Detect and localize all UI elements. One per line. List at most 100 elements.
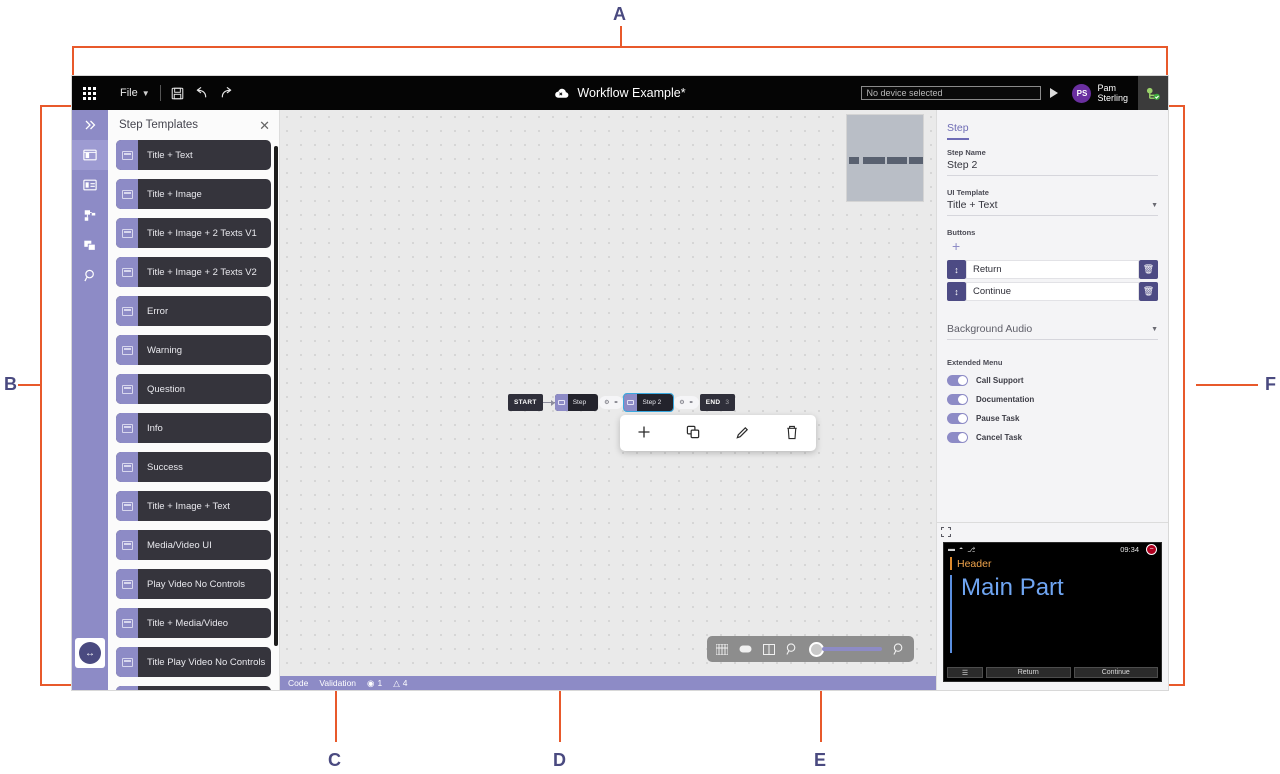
add-button-button[interactable]: + [952, 239, 1158, 253]
annotation-bracket-a-top [72, 46, 1168, 48]
list-item-label: Title + Image [147, 188, 202, 200]
menu-icon[interactable]: ☰ [947, 667, 983, 678]
list-item[interactable]: Success [116, 452, 271, 482]
minimap[interactable] [846, 114, 924, 202]
link-icon[interactable]: ⚭ [613, 399, 618, 406]
file-menu-button[interactable]: File ▼ [120, 87, 150, 99]
list-item[interactable]: Media/Video UI [116, 530, 271, 560]
list-item[interactable]: Title + Image + 2 Texts V2 [116, 257, 271, 287]
zoom-toolbar [707, 636, 914, 662]
annotation-label-e: E [814, 750, 827, 770]
settings-icon[interactable]: ⚙ [679, 399, 684, 406]
validation-tab[interactable]: Validation [319, 678, 356, 688]
list-item[interactable]: Title + Media/Video [116, 608, 271, 638]
templates-scrollbar[interactable] [274, 146, 278, 646]
trash-icon[interactable] [785, 425, 799, 442]
save-icon[interactable] [171, 87, 184, 100]
end-node[interactable]: END 3 [699, 394, 736, 411]
sidebar-item-properties[interactable] [72, 170, 108, 200]
grid-apps-icon[interactable] [72, 86, 106, 100]
warning-triangle-icon: △ [393, 677, 400, 688]
template-thumb-icon [116, 530, 138, 560]
device-continue-button[interactable]: Continue [1073, 667, 1158, 678]
list-item-label: Info [147, 422, 163, 434]
error-indicator[interactable]: ◉ 1 [367, 678, 382, 689]
annotation-label-f: F [1265, 374, 1276, 394]
background-audio-label: Background Audio [947, 323, 1033, 335]
step-name-input[interactable]: Step 2 [947, 159, 1158, 176]
sidebar-item-workflow-tree[interactable] [72, 200, 108, 230]
settings-icon[interactable]: ⚙ [604, 399, 609, 406]
undo-icon[interactable] [194, 86, 209, 100]
zoom-slider-track[interactable] [822, 647, 882, 651]
connection-ok-icon[interactable] [1138, 76, 1168, 110]
annotation-leader-b [18, 384, 42, 386]
copy-icon[interactable] [686, 425, 701, 442]
trash-icon[interactable]: 🗑 [1139, 260, 1158, 279]
sidebar-item-assets[interactable] [72, 230, 108, 260]
grid-icon[interactable] [716, 643, 728, 655]
list-item[interactable]: Title Play Video No Controls [116, 647, 271, 677]
toggle-call-support[interactable] [947, 375, 968, 386]
trash-icon[interactable]: 🗑 [1139, 282, 1158, 301]
list-item[interactable]: Play Video No Controls [116, 569, 271, 599]
list-item[interactable]: Error [116, 296, 271, 326]
tab-step[interactable]: Step [947, 122, 969, 138]
list-item[interactable]: Info [116, 413, 271, 443]
node-inline-controls[interactable]: ⚙ ⚭ [599, 396, 624, 409]
step-edit-toolbar [620, 415, 816, 451]
sidebar-item-search[interactable] [72, 260, 108, 290]
zoom-out-button[interactable] [786, 643, 798, 655]
expand-preview-icon[interactable] [937, 523, 1168, 542]
node-inline-controls[interactable]: ⚙ ⚭ [674, 396, 699, 409]
sidebar-item-step-templates[interactable] [72, 140, 108, 170]
toggle-documentation[interactable] [947, 394, 968, 405]
drag-handle-icon[interactable]: ↕ [947, 282, 966, 301]
play-icon[interactable] [1050, 88, 1059, 98]
step-templates-list[interactable]: Title + Text Title + Image Title + Image… [108, 140, 279, 690]
background-audio-select[interactable]: Background Audio ▼ [947, 323, 1158, 340]
template-thumb-icon [116, 140, 138, 170]
list-item[interactable]: Title + Image + 2 Texts V1 [116, 218, 271, 248]
ui-template-select[interactable]: Title + Text ▼ [947, 199, 1158, 216]
button-label-input[interactable]: Continue [966, 282, 1139, 301]
chevron-down-icon: ▼ [1151, 201, 1158, 209]
status-bar: Code Validation ◉ 1 △ 4 [280, 676, 936, 690]
list-item-label: Success [147, 461, 183, 473]
list-item[interactable]: Title + Image [116, 179, 271, 209]
workflow-canvas[interactable]: START Step ⚙ ⚭ Step 2 ⚙ ⚭ END 3 [280, 110, 936, 676]
book-icon[interactable] [763, 643, 775, 655]
rectangle-icon[interactable] [739, 645, 752, 653]
button-label-input[interactable]: Return [966, 260, 1139, 279]
user-account[interactable]: PS Pam Sterling [1072, 83, 1128, 103]
step-node-1[interactable]: Step [554, 394, 599, 411]
minimap-node [863, 157, 885, 164]
list-item[interactable]: Title + Image + Text [116, 491, 271, 521]
zoom-in-button[interactable] [893, 643, 905, 655]
device-time: 09:34 [1120, 545, 1139, 554]
pencil-icon[interactable] [735, 425, 750, 442]
plus-icon[interactable] [637, 425, 651, 441]
list-item[interactable]: Warning [116, 335, 271, 365]
rail-collapse-button[interactable] [72, 110, 108, 140]
list-item[interactable]: Title + Text [116, 140, 271, 170]
device-return-button[interactable]: Return [986, 667, 1071, 678]
warning-indicator[interactable]: △ 4 [393, 678, 407, 689]
link-icon[interactable]: ⚭ [689, 399, 694, 406]
step-node-2[interactable]: Step 2 [623, 393, 675, 412]
rail-resize-button[interactable]: ↔ [75, 638, 105, 668]
start-node[interactable]: START [508, 394, 543, 411]
close-icon[interactable]: ✕ [259, 119, 270, 132]
code-tab[interactable]: Code [288, 678, 308, 688]
toggle-pause-task[interactable] [947, 413, 968, 424]
list-item[interactable] [116, 686, 271, 690]
device-select-input[interactable]: No device selected [861, 86, 1042, 100]
list-item[interactable]: Question [116, 374, 271, 404]
annotation-label-d: D [553, 750, 566, 770]
user-last-name: Sterling [1097, 93, 1128, 103]
zoom-slider[interactable] [809, 641, 882, 657]
work-area: ↔ Step Templates ✕ Title + Text Title + … [72, 110, 1168, 690]
redo-icon[interactable] [219, 86, 234, 100]
toggle-cancel-task[interactable] [947, 432, 968, 443]
drag-handle-icon[interactable]: ↕ [947, 260, 966, 279]
